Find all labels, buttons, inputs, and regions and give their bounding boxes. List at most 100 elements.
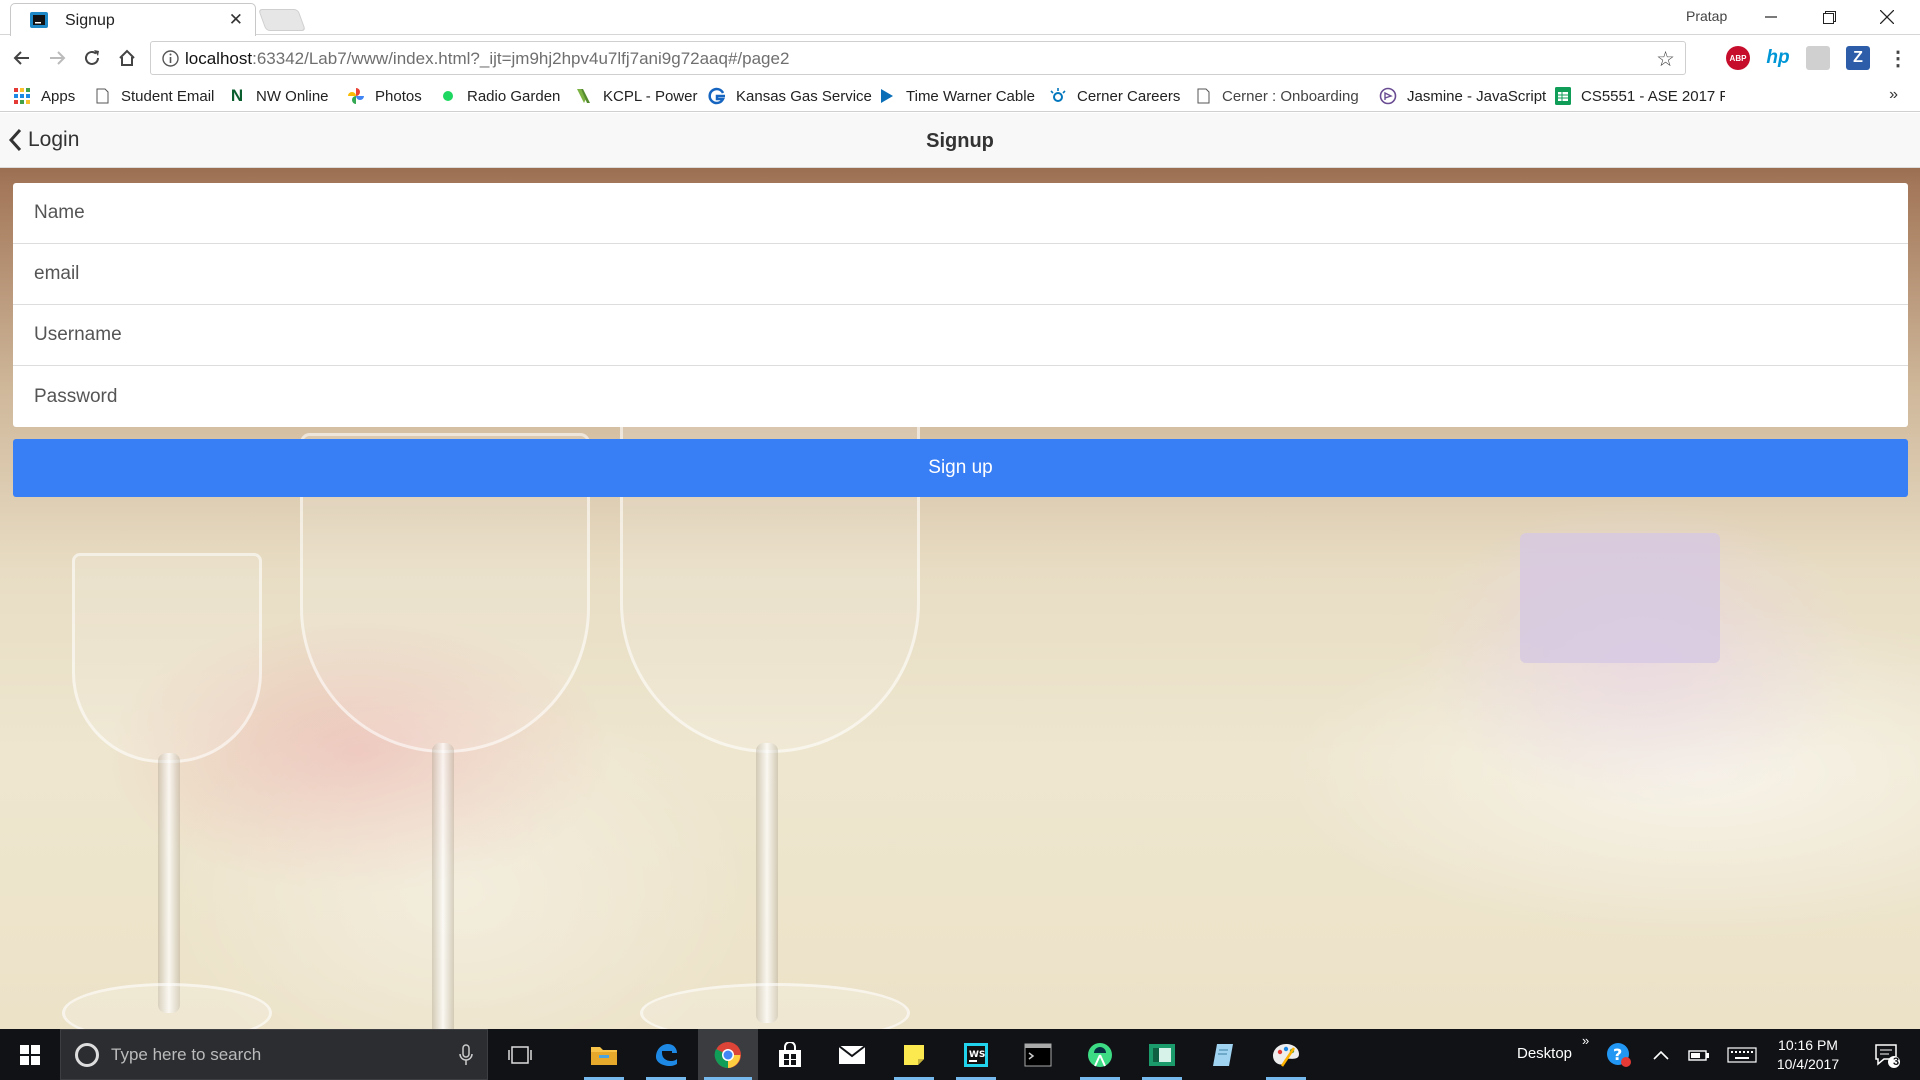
terminal-icon — [1024, 1043, 1052, 1066]
tray-show-hidden[interactable] — [1646, 1029, 1676, 1080]
desktop-toolbar-label[interactable]: Desktop — [1517, 1045, 1572, 1062]
taskbar-app-notes[interactable] — [1194, 1029, 1254, 1080]
chevron-up-icon — [1653, 1050, 1669, 1060]
username-input[interactable] — [13, 305, 1908, 365]
jasmine-icon — [1379, 87, 1397, 105]
background-glass-stem — [432, 743, 454, 1029]
nw-logo-icon: N — [230, 86, 244, 105]
bookmark-radio-garden[interactable]: Radio Garden — [439, 84, 560, 108]
taskbar-webstorm[interactable]: WS — [946, 1029, 1006, 1080]
signup-button[interactable]: Sign up — [13, 439, 1908, 497]
zotero-icon[interactable]: Z — [1846, 46, 1870, 70]
system-clock[interactable]: 10:16 PM 10/4/2017 — [1762, 1036, 1854, 1074]
bookmark-kansas-gas[interactable]: Kansas Gas Service — [708, 84, 872, 108]
info-icon[interactable] — [162, 50, 179, 67]
bookmark-student-email[interactable]: Student Email — [93, 84, 214, 108]
taskbar-app-green[interactable] — [1132, 1029, 1192, 1080]
hp-icon[interactable]: hp — [1766, 46, 1790, 70]
password-input[interactable] — [13, 366, 1908, 427]
mail-icon — [838, 1044, 866, 1064]
pdf-icon[interactable] — [1806, 46, 1830, 70]
notification-count-badge: 3 — [1893, 1056, 1900, 1068]
bookmark-photos[interactable]: Photos — [347, 84, 422, 108]
taskbar-sticky-notes[interactable] — [884, 1029, 944, 1080]
menu-kebab-icon[interactable]: ⋮ — [1886, 46, 1910, 70]
background-glass-left — [72, 553, 262, 763]
bookmark-label: Apps — [41, 87, 76, 105]
name-input[interactable] — [13, 183, 1908, 243]
action-center-button[interactable]: 3 — [1862, 1029, 1912, 1080]
home-icon — [119, 49, 135, 66]
bookmark-label: Jasmine - JavaScript — [1407, 87, 1547, 105]
password-field-row — [13, 366, 1908, 427]
new-tab-button[interactable] — [257, 9, 307, 31]
green-dot-icon — [439, 87, 457, 105]
svg-text:?: ? — [1613, 1045, 1622, 1064]
email-input[interactable] — [13, 244, 1908, 304]
profile-name[interactable]: Pratap — [1686, 8, 1727, 24]
taskbar-android-studio[interactable] — [1070, 1029, 1130, 1080]
bookmark-nw-online[interactable]: N NW Online — [228, 84, 329, 108]
taskbar-search-box[interactable]: Type here to search — [60, 1029, 488, 1080]
url-path: :63342/Lab7/www/index.html?_ijt=jm9hj2hp… — [252, 49, 790, 68]
taskbar-edge[interactable] — [636, 1029, 696, 1080]
bookmarks-bar: Apps Student Email N NW Online Photos Ra… — [0, 80, 1920, 112]
reload-button[interactable] — [79, 45, 105, 71]
arrow-left-icon — [13, 51, 29, 65]
android-studio-icon — [1088, 1042, 1112, 1067]
page-icon — [93, 87, 111, 105]
bookmark-cerner-careers[interactable]: Cerner Careers — [1049, 84, 1180, 108]
home-button[interactable] — [114, 45, 140, 71]
tray-battery[interactable] — [1682, 1029, 1716, 1080]
task-view-icon — [508, 1045, 532, 1064]
bookmark-label: KCPL - Power — [603, 87, 698, 105]
bookmark-label: Cerner Careers — [1077, 87, 1181, 105]
restore-button[interactable] — [1800, 0, 1858, 34]
sheets-icon — [1555, 87, 1571, 105]
taskbar-chrome[interactable] — [698, 1029, 758, 1080]
bookmark-jasmine[interactable]: Jasmine - JavaScript — [1379, 84, 1546, 108]
battery-icon — [1688, 1049, 1709, 1061]
taskbar-file-explorer[interactable] — [574, 1029, 634, 1080]
toolbar-overflow-icon[interactable]: » — [1582, 1033, 1589, 1048]
restore-icon — [1822, 10, 1836, 24]
svg-text:WS: WS — [969, 1050, 985, 1060]
notepad-icon — [1213, 1043, 1233, 1066]
taskbar-command-prompt[interactable] — [1008, 1029, 1068, 1080]
bookmark-label: Cerner : Onboarding — [1222, 87, 1359, 105]
bookmark-kcpl-power[interactable]: KCPL - Power — [575, 84, 697, 108]
tray-keyboard[interactable] — [1722, 1029, 1762, 1080]
back-button[interactable] — [9, 45, 35, 71]
tab-close-icon[interactable]: ✕ — [229, 10, 243, 30]
start-button[interactable] — [0, 1029, 60, 1080]
keyboard-icon — [1727, 1046, 1757, 1063]
taskbar-paint[interactable] — [1256, 1029, 1316, 1080]
page-icon — [1194, 87, 1212, 105]
search-placeholder: Type here to search — [111, 1045, 262, 1064]
adblock-plus-icon[interactable]: ABP — [1726, 46, 1750, 70]
chrome-icon — [714, 1041, 741, 1068]
bookmark-star-icon[interactable]: ☆ — [1656, 47, 1675, 72]
microphone-icon[interactable] — [459, 1044, 473, 1066]
close-window-button[interactable] — [1858, 0, 1916, 34]
folder-icon — [591, 1046, 617, 1065]
browser-tab-signup[interactable]: Signup ✕ — [10, 3, 256, 36]
bookmark-cs5551[interactable]: CS5551 - ASE 2017 Fa — [1555, 84, 1725, 108]
bookmark-apps[interactable]: Apps — [13, 84, 75, 108]
task-view-button[interactable] — [490, 1029, 550, 1080]
taskbar-store[interactable] — [760, 1029, 820, 1080]
clock-date: 10/4/2017 — [1776, 1056, 1840, 1072]
bookmarks-overflow-icon[interactable]: » — [1889, 86, 1898, 104]
tray-help[interactable]: ? — [1602, 1029, 1636, 1080]
forward-button[interactable] — [44, 45, 70, 71]
minimize-button[interactable] — [1742, 0, 1800, 34]
bookmark-label: NW Online — [256, 87, 329, 105]
sticky-note-icon — [904, 1044, 924, 1065]
app-viewport: Login Signup Sign up — [0, 113, 1920, 1029]
background-glass-stem — [756, 743, 778, 1023]
address-bar[interactable]: localhost:63342/Lab7/www/index.html?_ijt… — [150, 41, 1686, 75]
arrow-right-icon — [50, 51, 66, 65]
bookmark-cerner-onboarding[interactable]: Cerner : Onboarding — [1194, 84, 1359, 108]
taskbar-mail[interactable] — [822, 1029, 882, 1080]
bookmark-time-warner[interactable]: Time Warner Cable — [878, 84, 1035, 108]
